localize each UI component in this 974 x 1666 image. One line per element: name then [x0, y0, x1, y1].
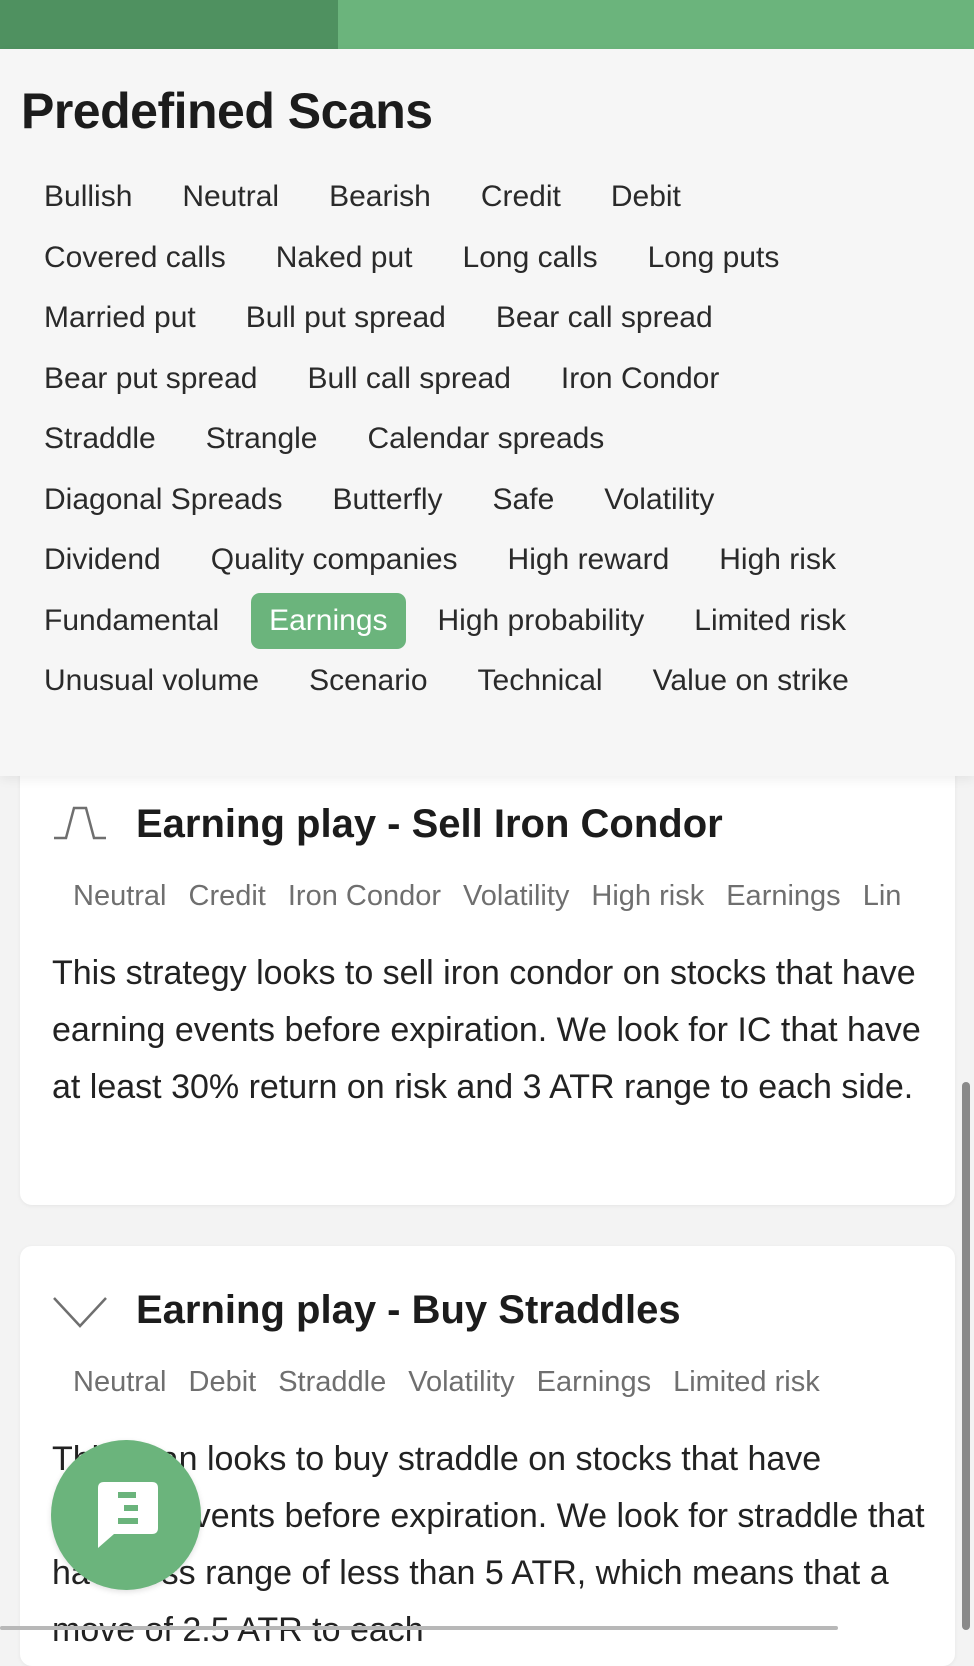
- scan-chip-technical[interactable]: Technical: [460, 653, 621, 709]
- card-tag: Iron Condor: [287, 880, 442, 912]
- card-tag: Volatility: [463, 880, 570, 912]
- scan-chip-row: Covered calls Naked put Long calls Long put…: [26, 233, 797, 283]
- card-tag: Volatility: [408, 1366, 515, 1398]
- scan-chip-credit[interactable]: Credit: [463, 169, 579, 225]
- scan-chip-bull-put-spread[interactable]: Bull put spread: [228, 290, 464, 346]
- scan-chip-row: Bullish Neutral Bearish Credit Debit: [26, 172, 699, 222]
- chat-icon: [98, 1482, 158, 1548]
- straddle-payoff-icon: [53, 1297, 107, 1328]
- scan-chip-strangle[interactable]: Strangle: [188, 411, 336, 467]
- scan-chip-debit[interactable]: Debit: [593, 169, 699, 225]
- scan-chip-high-risk[interactable]: High risk: [701, 532, 854, 588]
- scan-chip-bull-call-spread[interactable]: Bull call spread: [289, 351, 528, 407]
- top-progress-bar: [0, 0, 974, 49]
- card-tag: High risk: [591, 880, 705, 912]
- card-description: This strategy looks to sell iron condor …: [52, 954, 921, 1106]
- scan-chip-long-calls[interactable]: Long calls: [445, 230, 616, 286]
- card-tag: Straddle: [278, 1366, 387, 1398]
- scan-chip-row: Bear put spread Bull call spread Iron Cond…: [26, 354, 737, 404]
- scan-chip-row: Dividend Quality companies High reward High…: [26, 535, 854, 585]
- scan-chip-row: Married put Bull put spread Bear call spre…: [26, 293, 731, 343]
- card-tag: Neutral: [73, 1366, 167, 1398]
- scan-chip-covered-calls[interactable]: Covered calls: [26, 230, 244, 286]
- scan-chip-bear-call-spread[interactable]: Bear call spread: [478, 290, 731, 346]
- scan-chip-high-reward[interactable]: High reward: [490, 532, 688, 588]
- scan-chip-bearish[interactable]: Bearish: [311, 169, 449, 225]
- card-tag: Neutral: [73, 880, 167, 912]
- scan-chip-quality-companies[interactable]: Quality companies: [193, 532, 476, 588]
- scrollbar[interactable]: [962, 1082, 970, 1630]
- card-tag: Limited risk: [673, 1366, 820, 1398]
- scan-chip-straddle[interactable]: Straddle: [26, 411, 174, 467]
- scan-chip-iron-condor[interactable]: Iron Condor: [543, 351, 737, 407]
- scan-chip-row: Straddle Strangle Calendar spreads: [26, 414, 622, 464]
- iron-condor-payoff-icon: [54, 806, 106, 840]
- scan-chip-calendar-spreads[interactable]: Calendar spreads: [350, 411, 623, 467]
- scan-chip-safe[interactable]: Safe: [475, 472, 573, 528]
- card-tag: Earnings: [726, 880, 841, 912]
- scan-chip-row: Unusual volume Scenario Technical Value on …: [26, 656, 867, 706]
- scan-chip-value-on-strike[interactable]: Value on strike: [635, 653, 867, 709]
- scan-chip-row: Fundamental Earnings High probability Limit…: [26, 593, 864, 649]
- scan-chip-row: Diagonal Spreads Butterfly Safe Volatility: [26, 475, 732, 525]
- scan-chip-unusual-volume[interactable]: Unusual volume: [26, 653, 277, 709]
- card-tag: Lin: [862, 880, 902, 912]
- top-progress-fill: [0, 0, 338, 49]
- card-tags: Neutral Credit Iron Condor Volatility Hi…: [62, 880, 912, 913]
- card-tags: Neutral Debit Straddle Volatility Earnin…: [62, 1366, 831, 1399]
- scan-chip-neutral[interactable]: Neutral: [164, 169, 297, 225]
- scan-chip-diagonal-spreads[interactable]: Diagonal Spreads: [26, 472, 301, 528]
- card-tag: Credit: [188, 880, 266, 912]
- scan-chip-dividend[interactable]: Dividend: [26, 532, 179, 588]
- card-title: Earning play - Buy Straddles: [136, 1288, 681, 1332]
- scan-chip-volatility[interactable]: Volatility: [586, 472, 732, 528]
- scan-chip-earnings[interactable]: Earnings: [251, 593, 406, 649]
- card-tag: Earnings: [536, 1366, 652, 1398]
- scan-chip-long-puts[interactable]: Long puts: [630, 230, 798, 286]
- card-tag: Debit: [188, 1366, 257, 1398]
- scan-chip-high-probability[interactable]: High probability: [420, 593, 663, 649]
- scan-chip-naked-put[interactable]: Naked put: [258, 230, 431, 286]
- page-title: Predefined Scans: [21, 83, 433, 139]
- scan-chip-married-put[interactable]: Married put: [26, 290, 214, 346]
- scan-chip-bear-put-spread[interactable]: Bear put spread: [26, 351, 275, 407]
- scan-chip-limited-risk[interactable]: Limited risk: [676, 593, 864, 649]
- predefined-scans-panel: Predefined Scans Bullish Neutral Bearish Cr…: [0, 49, 974, 776]
- scan-chip-fundamental[interactable]: Fundamental: [26, 593, 237, 649]
- scan-chip-bullish[interactable]: Bullish: [26, 169, 150, 225]
- home-indicator: [0, 1626, 838, 1630]
- scan-chip-scenario[interactable]: Scenario: [291, 653, 445, 709]
- scan-card-iron-condor[interactable]: Earning play - Sell Iron Condor Neutral …: [20, 760, 955, 1205]
- card-title: Earning play - Sell Iron Condor: [136, 802, 723, 846]
- scan-chip-butterfly[interactable]: Butterfly: [315, 472, 461, 528]
- chat-button[interactable]: [51, 1440, 201, 1590]
